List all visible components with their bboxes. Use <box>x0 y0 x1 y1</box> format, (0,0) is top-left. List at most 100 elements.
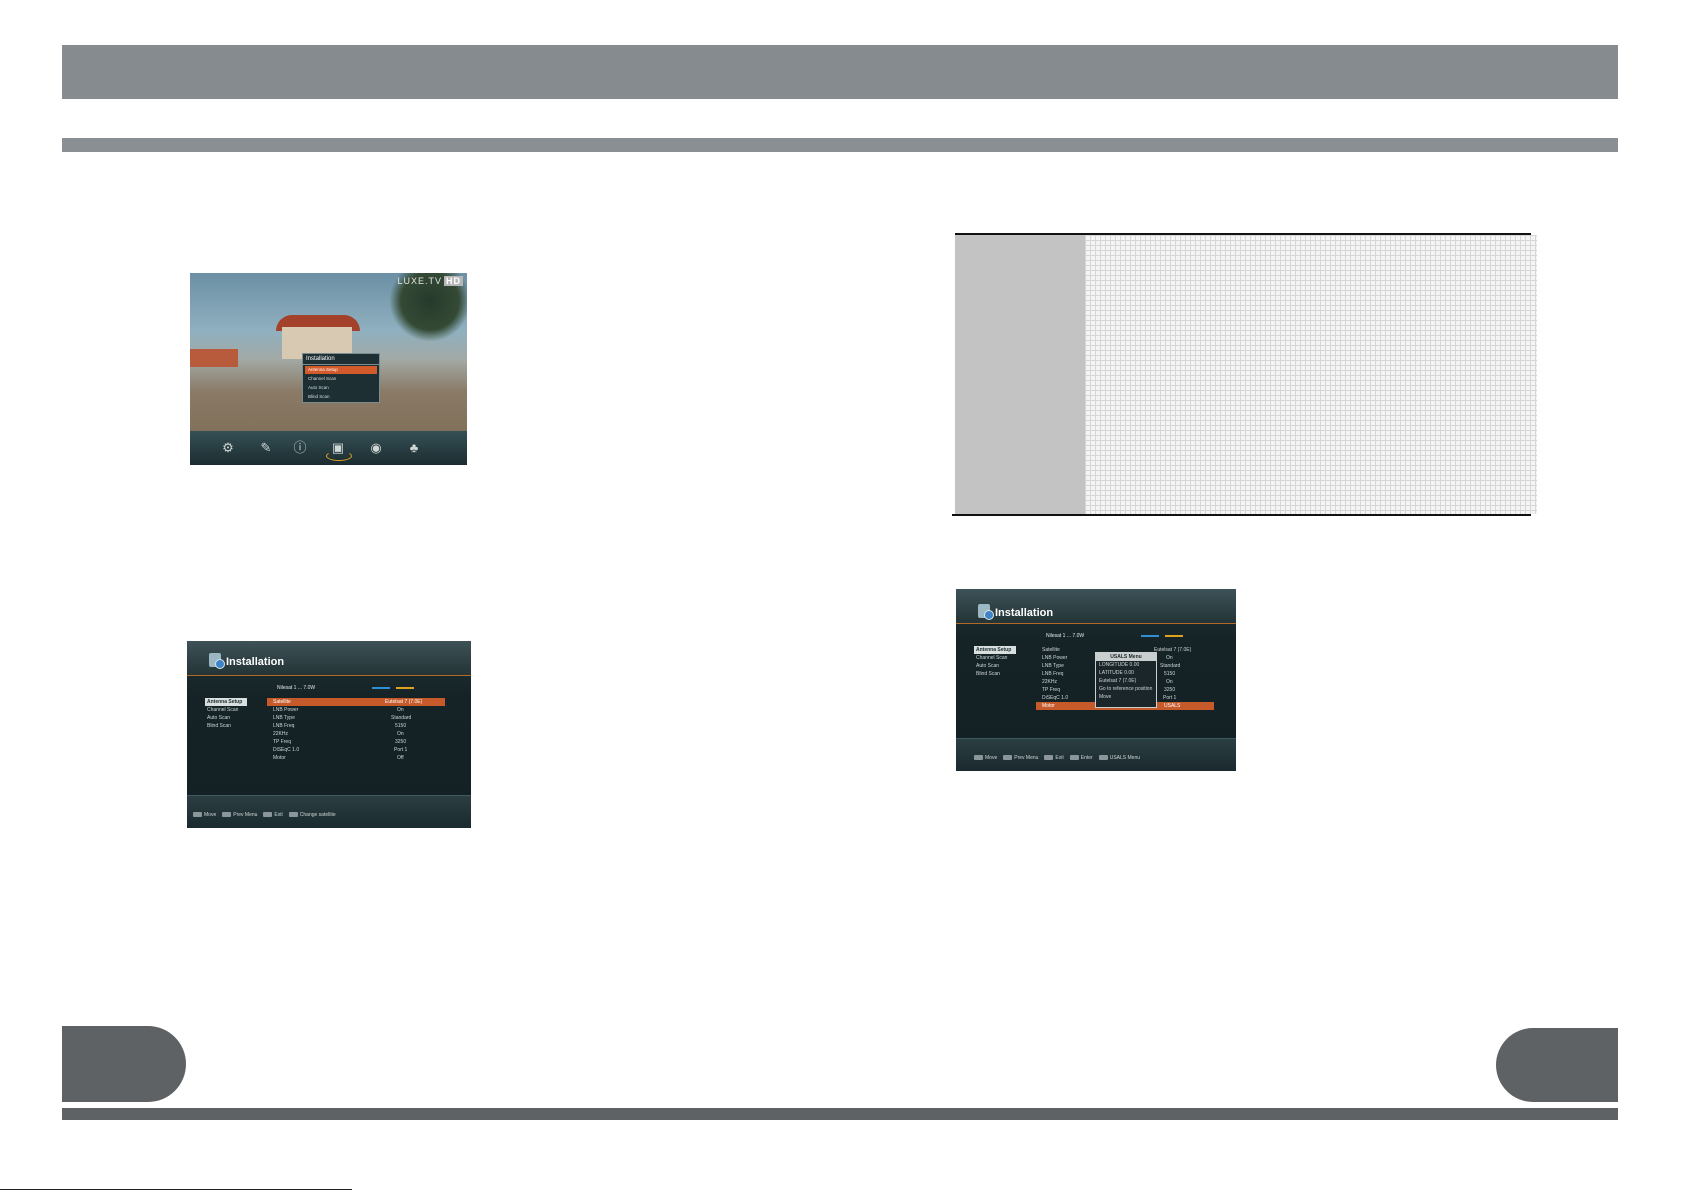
setting-label: DiSEqC 1.0 <box>1042 695 1069 701</box>
setting-label: LNB Power <box>273 707 299 713</box>
camera-icon[interactable]: ◉ <box>368 441 384 455</box>
setting-value: 5150 <box>1164 671 1176 677</box>
page-number-tab-right <box>1496 1028 1618 1102</box>
setting-label: LNB Freq <box>1042 671 1064 677</box>
help-label: Enter <box>1080 755 1093 761</box>
signal-strength-bar <box>1141 635 1159 637</box>
side-item-blind-scan[interactable]: Blind Scan <box>974 670 1016 678</box>
setting-value: Standard <box>391 715 412 721</box>
help-label: Move <box>204 812 217 818</box>
help-label: Move <box>985 755 998 761</box>
side-building <box>190 349 238 367</box>
key-icon <box>193 812 202 818</box>
key-icon <box>974 755 983 761</box>
transponder-label: Nilesat 1 ... 7.0W <box>1046 633 1085 639</box>
signal-bars <box>372 687 414 689</box>
setting-row[interactable]: DiSEqC 1.0 Port 1 <box>267 746 445 754</box>
setting-value: Standard <box>1160 663 1181 669</box>
popup-item-satellite[interactable]: Eutelsat 7 (7.0E) <box>1096 677 1156 685</box>
menu-item-channel-scan[interactable]: Channel Scan <box>305 375 377 383</box>
screen-header: Installation <box>956 589 1236 624</box>
transponder-label: Nilesat 1 ... 7.0W <box>277 685 316 691</box>
setting-label: Satellite <box>273 699 291 705</box>
setting-value: Port 1 <box>394 747 408 753</box>
setting-label: LNB Power <box>1042 655 1068 661</box>
side-item-antenna-setup[interactable]: Antenna Setup <box>974 646 1016 654</box>
setting-value: USALS <box>1164 703 1181 709</box>
help-items: Move Prev Menu Exit Enter USALS Menu <box>974 754 1140 762</box>
table-top-rule <box>955 233 1531 235</box>
help-bar: Move Prev Menu Exit Enter USALS Menu <box>956 738 1236 771</box>
help-move: Move <box>974 754 997 762</box>
help-bar: Move Prev Menu Exit Change satellite <box>187 795 471 828</box>
popup-title: USALS Menu <box>1096 653 1156 661</box>
menu-item-antenna-setup[interactable]: Antenna Setup <box>305 366 377 374</box>
setting-row[interactable]: 22KHz On <box>267 730 445 738</box>
side-item-channel-scan[interactable]: Channel Scan <box>205 706 247 714</box>
signal-bars <box>1141 635 1183 637</box>
setting-value: 3250 <box>1164 687 1176 693</box>
setting-value: On <box>397 707 404 713</box>
key-icon <box>1069 755 1079 761</box>
setting-label: TP Freq <box>273 739 291 745</box>
help-change-satellite: Change satellite <box>288 811 336 819</box>
setting-row[interactable]: Motor Off <box>267 754 445 762</box>
setting-row[interactable]: LNB Freq 5150 <box>267 722 445 730</box>
setting-label: 22KHz <box>273 731 289 737</box>
side-item-auto-scan[interactable]: Auto Scan <box>974 662 1016 670</box>
gear-icon[interactable]: ⚙ <box>220 441 236 455</box>
help-label: Change satellite <box>299 812 336 818</box>
side-item-channel-scan[interactable]: Channel Scan <box>974 654 1016 662</box>
tv-screenshot-usals-menu: Installation Nilesat 1 ... 7.0W Antenna … <box>956 589 1236 771</box>
setting-value: Eutelsat 7 (7.0E) <box>385 699 423 705</box>
page-number-tab-left <box>62 1026 186 1102</box>
screen-title: Installation <box>995 607 1054 619</box>
info-icon[interactable]: ⓘ <box>292 441 308 455</box>
tv-screenshot-main-menu: LUXE.TV HD Installation Antenna Setup Cha… <box>190 273 467 465</box>
help-exit: Exit <box>1044 754 1064 762</box>
setting-label: Motor <box>273 755 286 761</box>
menu-title: Installation <box>303 354 379 365</box>
channel-logo-text: LUXE.TV <box>397 276 442 286</box>
tools-icon[interactable]: ✎ <box>258 441 274 455</box>
popup-item-reference[interactable]: Go to reference position <box>1096 685 1156 693</box>
setting-row[interactable]: TP Freq 3250 <box>267 738 445 746</box>
side-menu: Antenna Setup Channel Scan Auto Scan Bli… <box>205 698 247 730</box>
key-icon <box>263 812 273 818</box>
side-item-auto-scan[interactable]: Auto Scan <box>205 714 247 722</box>
screen-header: Installation <box>187 641 471 676</box>
screen-title: Installation <box>226 656 285 668</box>
setting-label: 22KHz <box>1042 679 1058 685</box>
popup-item-latitude[interactable]: LATITUDE 0.00 <box>1096 669 1156 677</box>
setting-row[interactable]: Satellite Eutelsat 7 (7.0E) <box>267 698 445 706</box>
key-icon <box>1003 755 1013 761</box>
side-item-blind-scan[interactable]: Blind Scan <box>205 722 247 730</box>
setting-row[interactable]: LNB Type Standard <box>267 714 445 722</box>
signal-quality-bar <box>1165 635 1183 637</box>
setting-row[interactable]: LNB Power On <box>267 706 445 714</box>
side-item-antenna-setup[interactable]: Antenna Setup <box>205 698 247 706</box>
help-move: Move <box>193 811 216 819</box>
menu-item-blind-scan[interactable]: Blind Scan <box>305 393 377 401</box>
footer-rule <box>0 1189 352 1190</box>
setting-value: On <box>1166 679 1173 685</box>
side-menu: Antenna Setup Channel Scan Auto Scan Bli… <box>974 646 1016 678</box>
help-prev-menu: Prev Menu <box>222 811 257 819</box>
signal-strength-bar <box>372 687 390 689</box>
footer-band <box>62 1108 1618 1120</box>
setting-value: On <box>397 731 404 737</box>
popup-item-longitude[interactable]: LONGITUDE 0.00 <box>1096 661 1156 669</box>
table-content-area <box>1085 235 1537 514</box>
menu-item-auto-scan[interactable]: Auto Scan <box>305 384 377 392</box>
table-bottom-rule <box>952 514 1531 516</box>
subheader-band <box>62 138 1618 152</box>
table-label-column <box>955 235 1085 514</box>
gamepad-icon[interactable]: ♣ <box>406 441 422 455</box>
tv-screenshot-antenna-setup: Installation Nilesat 1 ... 7.0W Antenna … <box>187 641 471 828</box>
help-usals-menu: USALS Menu <box>1098 754 1140 762</box>
popup-item-move[interactable]: Move <box>1096 693 1156 701</box>
help-exit: Exit <box>263 811 283 819</box>
setting-value: On <box>1166 655 1173 661</box>
key-icon <box>222 812 232 818</box>
setting-label: LNB Type <box>273 715 295 721</box>
